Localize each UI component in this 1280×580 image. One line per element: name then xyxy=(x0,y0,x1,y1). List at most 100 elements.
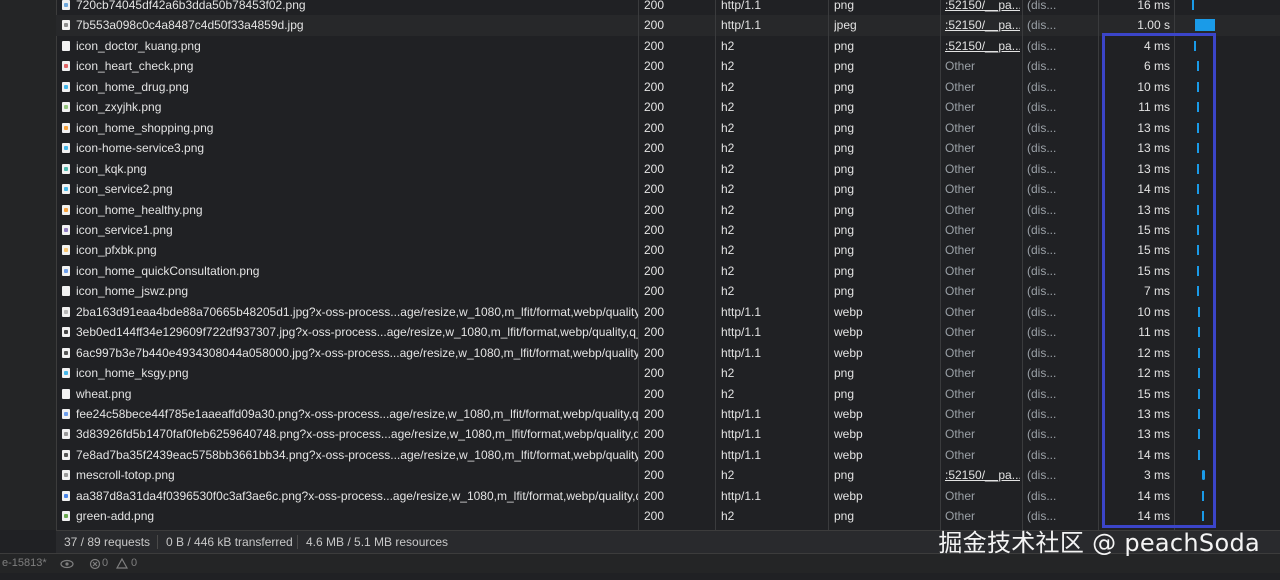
request-name[interactable]: icon_zxyjhk.png xyxy=(62,97,638,117)
request-size: (dis... xyxy=(1027,304,1057,319)
table-row[interactable]: icon_home_shopping.png 200 h2 png Other (dis.… xyxy=(56,118,1280,139)
request-protocol: http/1.1 xyxy=(721,345,762,360)
request-type: png xyxy=(834,202,855,217)
request-name-text: green-add.png xyxy=(76,509,155,524)
request-status: 200 xyxy=(644,488,665,503)
request-type: webp xyxy=(834,488,863,503)
request-status: 200 xyxy=(644,366,665,381)
table-row[interactable]: 3eb0ed144ff34e129609f722df937307.jpg?x-o… xyxy=(56,322,1280,343)
request-name[interactable]: 3d83926fd5b1470faf0feb6259640748.png?x-o… xyxy=(62,424,638,444)
request-initiator[interactable]: :52150/__pa... xyxy=(945,36,1020,56)
request-protocol: h2 xyxy=(721,386,735,401)
table-row[interactable]: icon_home_drug.png 200 h2 png Other (dis... 10… xyxy=(56,77,1280,98)
request-name[interactable]: 6ac997b3e7b440e4934308044a058000.jpg?x-o… xyxy=(62,343,638,363)
request-name[interactable]: fee24c58bece44f785e1aaeaffd09a30.png?x-o… xyxy=(62,404,638,424)
table-row[interactable]: 7e8ad7ba35f2439eac5758bb3661bb34.png?x-o… xyxy=(56,445,1280,466)
request-status: 200 xyxy=(644,407,665,421)
request-name[interactable]: aa387d8a31da4f0396530f0c3af3ae6c.png?x-o… xyxy=(62,486,638,506)
request-protocol: http/1.1 xyxy=(721,0,762,12)
request-name-text: fee24c58bece44f785e1aaeaffd09a30.png?x-o… xyxy=(76,407,638,421)
request-size: (dis... xyxy=(1027,141,1057,156)
request-name[interactable]: icon_doctor_kuang.png xyxy=(62,36,638,56)
request-protocol: h2 xyxy=(721,182,735,197)
request-name[interactable]: icon_pfxbk.png xyxy=(62,240,638,260)
request-name[interactable]: icon_heart_check.png xyxy=(62,56,638,76)
request-name[interactable]: icon_service1.png xyxy=(62,220,638,240)
table-row[interactable]: aa387d8a31da4f0396530f0c3af3ae6c.png?x-o… xyxy=(56,486,1280,507)
error-icon[interactable] xyxy=(89,554,101,580)
request-initiator: Other xyxy=(945,222,976,237)
column-divider xyxy=(638,0,639,530)
table-row[interactable]: icon_home_quickConsultation.png 200 h2 png O… xyxy=(56,261,1280,282)
request-name[interactable]: 7b553a098c0c4a8487c4d50f33a4859d.jpg xyxy=(62,15,638,35)
request-name[interactable]: icon_home_shopping.png xyxy=(62,118,638,138)
request-name-text: icon_home_ksgy.png xyxy=(76,366,189,381)
table-row[interactable]: 720cb74045df42a6b3dda50b78453f02.png 200 h… xyxy=(56,0,1280,16)
request-name-text: icon_service1.png xyxy=(76,222,173,237)
table-row[interactable]: mescroll-totop.png 200 h2 png:52150/__pa...… xyxy=(56,465,1280,486)
request-name[interactable]: icon_home_drug.png xyxy=(62,77,638,97)
file-image-icon xyxy=(62,265,70,276)
table-row[interactable]: 3d83926fd5b1470faf0feb6259640748.png?x-o… xyxy=(56,424,1280,445)
request-initiator[interactable]: :52150/__pa... xyxy=(945,0,1020,15)
request-name[interactable]: green-add.png xyxy=(62,506,638,526)
drawer-tab-label[interactable]: e-15813* xyxy=(2,554,47,573)
request-protocol: h2 xyxy=(721,161,735,176)
request-type: png xyxy=(834,284,855,299)
request-initiator[interactable]: :52150/__pa... xyxy=(945,15,1020,35)
eye-icon[interactable] xyxy=(60,554,74,580)
table-row[interactable]: icon_kqk.png 200 h2 png Other (dis... 13 ms xyxy=(56,159,1280,180)
request-status: 200 xyxy=(644,18,665,33)
file-image-icon xyxy=(62,81,70,92)
table-row[interactable]: icon-home-service3.png 200 h2 png Other (dis.… xyxy=(56,138,1280,159)
table-row[interactable]: icon_doctor_kuang.png 200 h2 png:52150/__pa… xyxy=(56,36,1280,57)
request-name-text: icon_home_quickConsultation.png xyxy=(76,263,260,278)
file-image-icon xyxy=(62,368,70,379)
table-row[interactable]: 6ac997b3e7b440e4934308044a058000.jpg?x-o… xyxy=(56,343,1280,364)
request-status: 200 xyxy=(644,120,665,135)
request-name[interactable]: 3eb0ed144ff34e129609f722df937307.jpg?x-o… xyxy=(62,322,638,342)
transferred-size: 0 B / 446 kB transferred xyxy=(166,535,293,549)
warning-icon[interactable] xyxy=(115,554,129,580)
request-name[interactable]: icon-home-service3.png xyxy=(62,138,638,158)
table-row[interactable]: icon_service1.png 200 h2 png Other (dis... 15 … xyxy=(56,220,1280,241)
request-status: 200 xyxy=(644,0,665,12)
request-name[interactable]: 720cb74045df42a6b3dda50b78453f02.png xyxy=(62,0,638,15)
request-name[interactable]: icon_home_ksgy.png xyxy=(62,363,638,383)
table-row[interactable]: wheat.png 200 h2 png Other (dis... 15 ms xyxy=(56,384,1280,405)
request-name[interactable]: mescroll-totop.png xyxy=(62,465,638,485)
table-row[interactable]: icon_pfxbk.png 200 h2 png Other (dis... 15 ms xyxy=(56,240,1280,261)
table-row[interactable]: icon_home_jswz.png 200 h2 png Other (dis... 7 … xyxy=(56,281,1280,302)
request-type: png xyxy=(834,141,855,156)
request-initiator: Other xyxy=(945,325,976,340)
request-size: (dis... xyxy=(1027,468,1057,483)
request-protocol: h2 xyxy=(721,79,735,94)
table-row[interactable]: icon_home_healthy.png 200 h2 png Other (dis..… xyxy=(56,200,1280,221)
request-protocol: http/1.1 xyxy=(721,407,762,421)
table-row[interactable]: fee24c58bece44f785e1aaeaffd09a30.png?x-o… xyxy=(56,404,1280,425)
table-row[interactable]: icon_service2.png 200 h2 png Other (dis... 14 … xyxy=(56,179,1280,200)
table-row[interactable]: 7b553a098c0c4a8487c4d50f33a4859d.jpg 200 h… xyxy=(56,15,1280,36)
request-name[interactable]: icon_home_quickConsultation.png xyxy=(62,261,638,281)
request-name[interactable]: icon_service2.png xyxy=(62,179,638,199)
request-name[interactable]: icon_home_healthy.png xyxy=(62,200,638,220)
request-name[interactable]: wheat.png xyxy=(62,384,638,404)
request-name-text: icon_home_jswz.png xyxy=(76,284,189,299)
table-row[interactable]: icon_zxyjhk.png 200 h2 png Other (dis... 11 ms xyxy=(56,97,1280,118)
request-status: 200 xyxy=(644,447,665,462)
request-initiator: Other xyxy=(945,79,976,94)
file-image-icon xyxy=(62,122,70,133)
request-name-text: wheat.png xyxy=(76,386,132,401)
request-name[interactable]: 7e8ad7ba35f2439eac5758bb3661bb34.png?x-o… xyxy=(62,445,638,465)
request-name[interactable]: icon_kqk.png xyxy=(62,159,638,179)
request-protocol: h2 xyxy=(721,509,735,524)
table-row[interactable]: 2ba163d91eaa4bde88a70665b48205d1.jpg?x-o… xyxy=(56,302,1280,323)
request-name[interactable]: 2ba163d91eaa4bde88a70665b48205d1.jpg?x-o… xyxy=(62,302,638,322)
request-name[interactable]: icon_home_jswz.png xyxy=(62,281,638,301)
table-row[interactable]: icon_heart_check.png 200 h2 png Other (dis...… xyxy=(56,56,1280,77)
request-name-text: icon_home_shopping.png xyxy=(76,120,214,135)
watermark: 掘金技术社区 @ peachSoda xyxy=(938,529,1260,557)
file-image-icon xyxy=(62,388,70,399)
request-initiator[interactable]: :52150/__pa... xyxy=(945,465,1020,485)
table-row[interactable]: icon_home_ksgy.png 200 h2 png Other (dis... 12… xyxy=(56,363,1280,384)
